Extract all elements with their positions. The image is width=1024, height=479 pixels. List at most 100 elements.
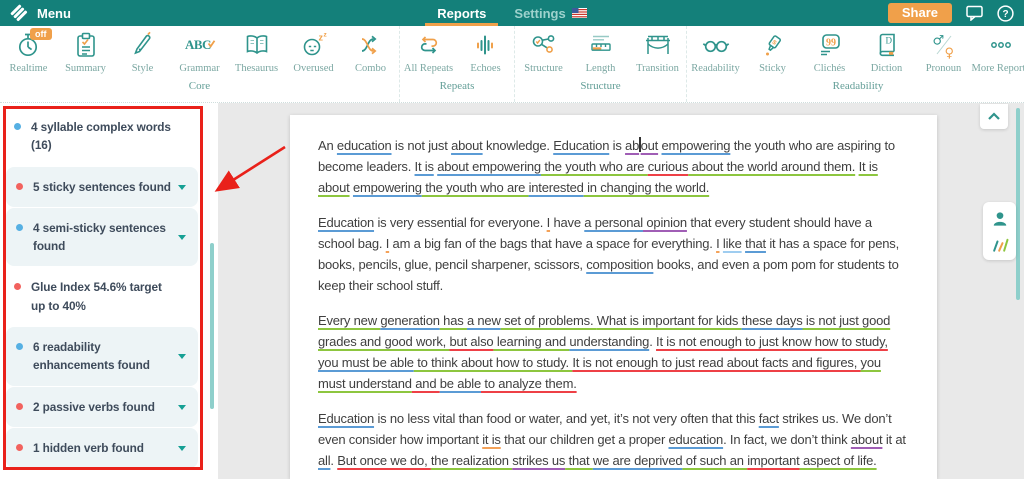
- tab-reports[interactable]: Reports: [425, 0, 498, 26]
- report-button-diction[interactable]: DDiction: [858, 26, 915, 74]
- plain-text: .: [649, 334, 656, 349]
- svg-text:♂: ♂: [932, 34, 944, 49]
- toolbar-group-structure: StructureLengthTransitionStructure: [514, 26, 686, 102]
- blue-dot-icon: [16, 224, 23, 231]
- report-button-label: Sticky: [759, 63, 786, 74]
- report-button-label: Grammar: [179, 63, 219, 74]
- highlighted-text: about empowering: [437, 159, 541, 174]
- report-button-overused[interactable]: zzOverused: [285, 26, 342, 74]
- report-button-length[interactable]: Length: [572, 26, 629, 74]
- quotes-icon: 99: [813, 30, 847, 60]
- report-button-style[interactable]: Style: [114, 26, 171, 74]
- realtime-off-badge: off: [30, 28, 52, 40]
- issue-item-4-syllable-complex-words-16[interactable]: 4 syllable complex words (16): [0, 107, 204, 166]
- reports-toolbar: offRealtime Summary Style ABC Grammar Thesaur…: [0, 26, 1024, 103]
- plain-text: is: [609, 138, 625, 153]
- report-button-transition[interactable]: Transition: [629, 26, 686, 74]
- document-paragraph: Education is very essential for everyone…: [318, 212, 911, 296]
- svg-text:♀: ♀: [944, 46, 954, 60]
- plain-text: am a big fan of the bags that have a spa…: [389, 236, 716, 251]
- report-button-grammar[interactable]: ABC Grammar: [171, 26, 228, 74]
- highlighted-text: of such an: [682, 453, 747, 468]
- document-stats-icon[interactable]: [988, 232, 1012, 256]
- document-scrollbar[interactable]: [1016, 108, 1020, 300]
- report-button-summary[interactable]: Summary: [57, 26, 114, 74]
- report-button-more-reports[interactable]: More Reports: [972, 26, 1024, 74]
- plain-text: knowledge.: [483, 138, 554, 153]
- highlighted-text: composition: [586, 257, 653, 272]
- highlighted-text: like: [723, 236, 742, 251]
- tab-settings[interactable]: Settings: [502, 0, 598, 26]
- issue-item-2-passive-verbs-found[interactable]: 2 passive verbs found: [6, 387, 198, 427]
- highlighted-text: must understand: [318, 376, 412, 391]
- svg-text:D: D: [885, 36, 892, 46]
- profile-icon[interactable]: [988, 207, 1012, 231]
- highlighted-text: it is: [482, 432, 501, 447]
- scroll-to-top-button[interactable]: [980, 104, 1008, 129]
- issue-item-label: 5 sticky sentences found: [33, 178, 171, 196]
- sidebar-scrollbar[interactable]: [210, 243, 214, 409]
- highlighted-text: about: [451, 138, 483, 153]
- svg-text:?: ?: [1002, 9, 1008, 20]
- toolbar-group-title: Structure: [515, 80, 686, 92]
- report-button-structure[interactable]: Structure: [515, 26, 572, 74]
- issue-item-label: 4 semi-sticky sentences found: [33, 219, 172, 256]
- feedback-chat-icon[interactable]: [966, 5, 983, 21]
- highlighted-text: curious: [648, 159, 689, 174]
- report-button-realtime[interactable]: offRealtime: [0, 26, 57, 74]
- report-button-label: Summary: [65, 63, 106, 74]
- report-button-label: Pronoun: [926, 63, 962, 74]
- blue-dot-icon: [14, 123, 21, 130]
- chevron-down-icon[interactable]: [178, 405, 186, 410]
- chevron-down-icon[interactable]: [178, 354, 186, 359]
- highlighted-text: strikes us: [512, 453, 565, 468]
- report-button-combo[interactable]: Combo: [342, 26, 399, 74]
- report-button-pronoun[interactable]: ♂♀ Pronoun: [915, 26, 972, 74]
- chevron-down-icon[interactable]: [178, 185, 186, 190]
- chevron-down-icon[interactable]: [178, 235, 186, 240]
- issue-item-1-hidden-verb-found[interactable]: 1 hidden verb found: [6, 428, 198, 468]
- highlighted-text: It is not enough to just read about fact…: [572, 355, 860, 370]
- report-button-readability[interactable]: Readability: [687, 26, 744, 74]
- issue-item-5-sticky-sentences-found[interactable]: 5 sticky sentences found: [6, 167, 198, 207]
- shuffle-icon: [354, 30, 388, 60]
- issue-item-4-semi-sticky-sentences-found[interactable]: 4 semi-sticky sentences found: [6, 208, 198, 267]
- issue-item-label: 1 hidden verb found: [33, 439, 144, 457]
- share-button[interactable]: Share: [888, 3, 952, 23]
- issue-item-no-style-improvements-found[interactable]: No style improvements found: [0, 469, 204, 479]
- highlighted-text: to analyze them.: [481, 376, 577, 391]
- blue-dot-icon: [16, 343, 23, 350]
- help-icon[interactable]: ?: [997, 5, 1014, 22]
- top-bar: Menu Reports Settings Share: [0, 0, 1024, 26]
- chevron-down-icon[interactable]: [178, 446, 186, 451]
- document-page: An education is not just about knowledge…: [290, 115, 937, 479]
- highlighted-text: interested: [529, 180, 584, 195]
- plain-text: An: [318, 138, 337, 153]
- document-editor[interactable]: An education is not just about knowledge…: [290, 115, 937, 479]
- report-button-sticky[interactable]: sSticky: [744, 26, 801, 74]
- plain-text: that our children get a proper: [501, 432, 669, 447]
- report-button-all-repeats[interactable]: All Repeats: [400, 26, 457, 74]
- report-button-label: Overused: [293, 63, 333, 74]
- toolbar-group-title: Core: [0, 80, 399, 92]
- plain-text: . In fact, we don’t think: [723, 432, 851, 447]
- highlighted-text: Education: [318, 411, 374, 426]
- highlighted-text: opinion: [643, 215, 687, 230]
- ruler-icon: [584, 30, 618, 60]
- report-button-clich-s[interactable]: 99Clichés: [801, 26, 858, 74]
- issue-item-6-readability-enhancements-found[interactable]: 6 readability enhancements found: [6, 327, 198, 386]
- main-tabs: Reports Settings: [0, 0, 1024, 26]
- abc-check-icon: ABC: [183, 30, 217, 60]
- report-button-echoes[interactable]: Echoes: [457, 26, 514, 74]
- svg-text:99: 99: [826, 38, 836, 49]
- plain-text: is very essential for everyone.: [374, 215, 547, 230]
- issue-item-glue-index-54-6-target-up-to-40[interactable]: Glue Index 54.6% target up to 40%: [0, 267, 204, 326]
- report-button-thesaurus[interactable]: Thesaurus: [228, 26, 285, 74]
- highlighted-text: the youth who are: [541, 159, 648, 174]
- report-button-label: Echoes: [470, 63, 500, 74]
- gender-icon: ♂♀: [927, 30, 961, 60]
- highlighted-text: fact: [759, 411, 779, 426]
- toolbar-group-repeats: All RepeatsEchoesRepeats: [399, 26, 514, 102]
- highlighted-text: I: [716, 236, 719, 251]
- report-button-label: Transition: [636, 63, 679, 74]
